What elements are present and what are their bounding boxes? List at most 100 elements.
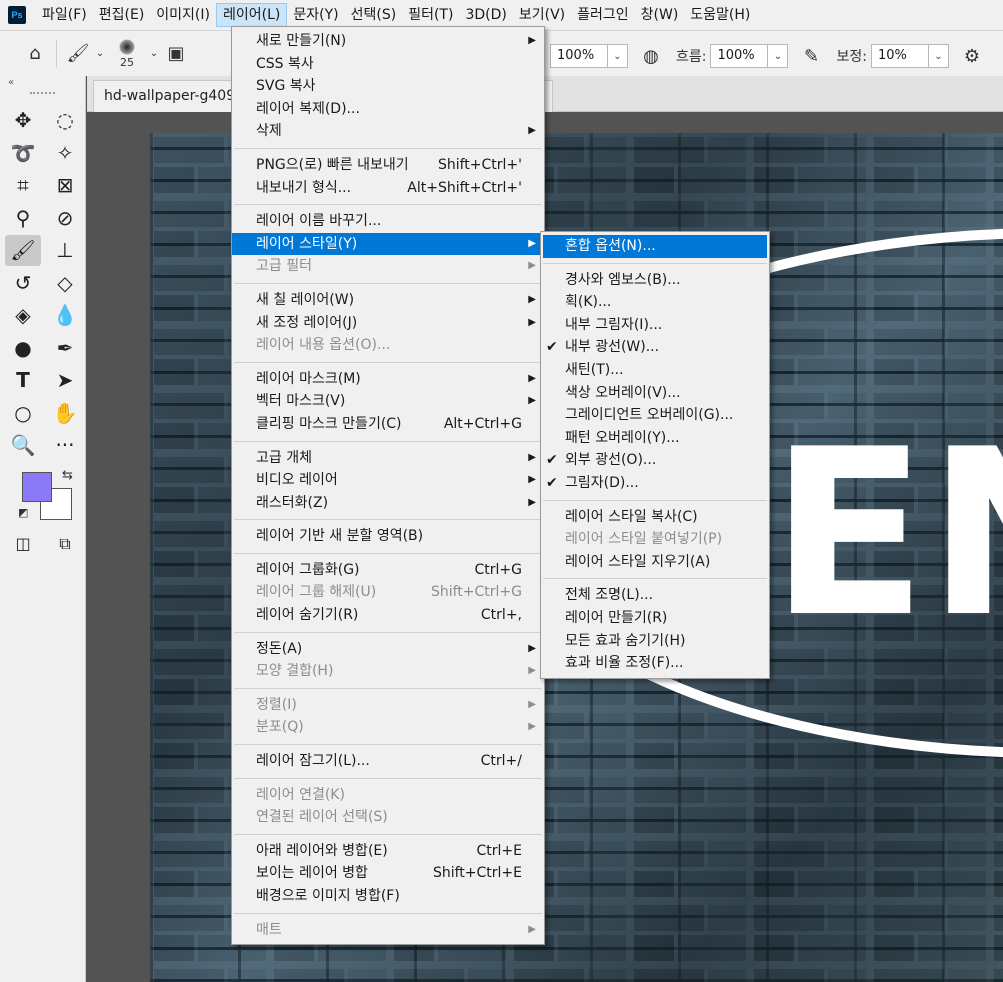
lasso-tool-icon[interactable]: ➰ [2, 137, 44, 170]
submenu-item[interactable]: 경사와 엠보스(B)... [541, 269, 769, 292]
menu-item[interactable]: 레이어 숨기기(R) Ctrl+, [232, 604, 544, 627]
paint-bucket-tool-icon[interactable]: ◈ [2, 299, 44, 332]
magic-wand-tool-icon[interactable]: ✧ [44, 137, 86, 170]
eraser-tool-icon[interactable]: ◇ [44, 267, 86, 300]
menu-item[interactable]: 클리핑 마스크 만들기(C) Alt+Ctrl+G [232, 413, 544, 436]
menu-item[interactable]: 아래 레이어와 병합(E) Ctrl+E [232, 840, 544, 863]
menu-file[interactable]: 파일(F) [36, 3, 93, 27]
airbrush-icon[interactable]: ✎ [796, 41, 826, 71]
move-tool-icon[interactable]: ✥ [2, 104, 44, 137]
swap-colors-icon[interactable]: ⇆ [62, 468, 73, 483]
hand-tool-icon[interactable]: ✋ [44, 397, 86, 430]
menu-window[interactable]: 창(W) [635, 3, 685, 27]
menu-image[interactable]: 이미지(I) [150, 3, 216, 27]
smoothing-field[interactable]: 10% [870, 44, 929, 68]
menu-layer[interactable]: 레이어(L) [215, 3, 288, 27]
pressure-opacity-icon[interactable]: ◍ [636, 41, 666, 71]
submenu-item[interactable]: ✔ 외부 광선(O)... [541, 449, 769, 472]
submenu-item[interactable]: ✔ 내부 광선(W)... [541, 336, 769, 359]
stamp-tool-icon[interactable]: ⊥ [44, 234, 86, 267]
menu-item[interactable]: 레이어 마스크(M) ▶ [232, 368, 544, 391]
crop-tool-icon[interactable]: ⌗ [2, 169, 44, 202]
more-tools-icon[interactable]: ··· [44, 429, 86, 462]
type-tool-icon[interactable]: T [2, 364, 44, 397]
chevron-down-icon[interactable]: ⌄ [147, 39, 161, 69]
submenu-item[interactable]: 색상 오버레이(V)... [541, 382, 769, 405]
foreground-color-swatch[interactable] [22, 471, 52, 502]
menu-item[interactable]: 새로 만들기(N) ▶ [232, 30, 544, 53]
eyedropper-tool-icon[interactable]: ⚲ [2, 202, 44, 235]
menu-item[interactable]: 새 조정 레이어(J) ▶ [232, 312, 544, 335]
menu-item[interactable]: 벡터 마스크(V) ▶ [232, 390, 544, 413]
menu-item[interactable]: CSS 복사 [232, 53, 544, 76]
pen-tool-icon[interactable]: ✒ [44, 332, 86, 365]
screen-mode-icon[interactable]: ⧉ [44, 528, 86, 561]
submenu-item[interactable]: 혼합 옵션(N)... [543, 235, 767, 258]
menu-item[interactable]: 보이는 레이어 병합 Shift+Ctrl+E [232, 862, 544, 885]
submenu-item[interactable]: ✔ 그림자(D)... [541, 472, 769, 495]
menu-item[interactable]: PNG으(로) 빠른 내보내기 Shift+Ctrl+' [232, 154, 544, 177]
menu-3d[interactable]: 3D(D) [459, 3, 512, 27]
menu-select[interactable]: 선택(S) [345, 3, 403, 27]
chevron-down-icon[interactable]: ⌄ [608, 44, 628, 68]
menu-item[interactable]: 래스터화(Z) ▶ [232, 492, 544, 515]
quick-mask-icon[interactable]: ◫ [2, 528, 44, 561]
dodge-tool-icon[interactable]: ● [2, 332, 44, 365]
flow-field[interactable]: 100% [710, 44, 769, 68]
submenu-item[interactable]: 내부 그림자(I)... [541, 314, 769, 337]
brush-settings-icon[interactable]: ▣ [161, 39, 191, 69]
menu-item[interactable]: 배경으로 이미지 병합(F) [232, 885, 544, 908]
default-colors-icon[interactable]: ◩ [18, 506, 28, 519]
chevron-down-icon[interactable]: ⌄ [768, 44, 789, 68]
submenu-item[interactable]: 그레이디언트 오버레이(G)... [541, 404, 769, 427]
brush-tool-icon[interactable]: 🖌 [63, 39, 93, 69]
submenu-item[interactable]: 패턴 오버레이(Y)... [541, 427, 769, 450]
healing-brush-tool-icon[interactable]: ⊘ [44, 202, 86, 235]
ellipse-tool-icon[interactable]: ○ [2, 397, 44, 430]
menu-item-label: 패턴 오버레이(Y)... [565, 429, 680, 446]
menu-item[interactable]: 레이어 이름 바꾸기... [232, 210, 544, 233]
submenu-item[interactable]: 획(K)... [541, 291, 769, 314]
menu-item[interactable]: 고급 개체 ▶ [232, 447, 544, 470]
menu-plugins[interactable]: 플러그인 [571, 3, 635, 27]
menu-edit[interactable]: 편집(E) [93, 3, 151, 27]
menu-item: 매트 ▶ [232, 919, 544, 942]
menu-item[interactable]: 삭제 ▶ [232, 120, 544, 143]
menu-item[interactable]: 레이어 복제(D)... [232, 98, 544, 121]
submenu-item[interactable]: 레이어 만들기(R) [541, 607, 769, 630]
menu-help[interactable]: 도움말(H) [684, 3, 756, 27]
history-brush-tool-icon[interactable]: ↺ [2, 267, 44, 300]
menu-item[interactable]: 비디오 레이어 ▶ [232, 469, 544, 492]
menu-item[interactable]: 레이어 그룹화(G) Ctrl+G [232, 559, 544, 582]
opacity-field[interactable]: 100% [550, 44, 608, 68]
marquee-tool-icon[interactable]: ◌ [44, 104, 86, 137]
menu-type[interactable]: 문자(Y) [287, 3, 344, 27]
chevron-down-icon[interactable]: ⌄ [928, 44, 949, 68]
menu-item[interactable]: SVG 복사 [232, 75, 544, 98]
submenu-item[interactable]: 효과 비율 조정(F)... [541, 652, 769, 675]
brush-tool-icon[interactable]: 🖌 [5, 235, 41, 266]
toolbox-grip[interactable] [30, 92, 55, 102]
home-icon[interactable]: ⌂ [20, 39, 50, 69]
menu-item[interactable]: 레이어 기반 새 분할 영역(B) [232, 525, 544, 548]
submenu-item[interactable]: 레이어 스타일 복사(C) [541, 506, 769, 529]
gear-icon[interactable]: ⚙ [957, 41, 987, 71]
chevron-down-icon[interactable]: ⌄ [93, 39, 107, 69]
submenu-item[interactable]: 모든 효과 숨기기(H) [541, 630, 769, 653]
menu-filter[interactable]: 필터(T) [402, 3, 459, 27]
submenu-item[interactable]: 레이어 스타일 지우기(A) [541, 551, 769, 574]
menu-item[interactable]: 레이어 스타일(Y) ▶ [232, 232, 544, 256]
menu-item[interactable]: 레이어 잠그기(L)... Ctrl+/ [232, 750, 544, 773]
blur-tool-icon[interactable]: 💧 [44, 299, 86, 332]
submenu-item[interactable]: 새틴(T)... [541, 359, 769, 382]
brush-preset-picker[interactable]: 25 [107, 38, 147, 69]
path-selection-tool-icon[interactable]: ➤ [44, 364, 86, 397]
menu-item[interactable]: 새 칠 레이어(W) ▶ [232, 289, 544, 312]
collapse-icon[interactable]: « [0, 76, 85, 90]
menu-view[interactable]: 보기(V) [513, 3, 571, 27]
menu-item[interactable]: 내보내기 형식... Alt+Shift+Ctrl+' [232, 177, 544, 200]
menu-item[interactable]: 정돈(A) ▶ [232, 638, 544, 661]
frame-tool-icon[interactable]: ⊠ [44, 169, 86, 202]
submenu-item[interactable]: 전체 조명(L)... [541, 584, 769, 607]
zoom-tool-icon[interactable]: 🔍 [2, 429, 44, 462]
